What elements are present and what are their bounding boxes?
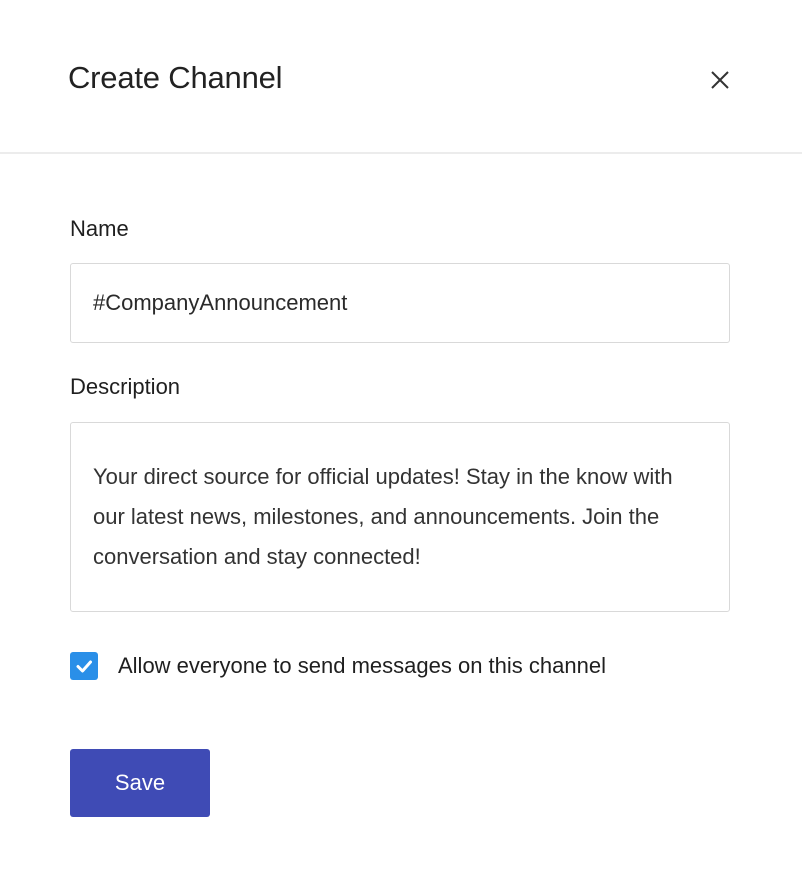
name-label: Name — [70, 216, 129, 242]
name-input[interactable]: #CompanyAnnouncement — [70, 263, 730, 343]
dialog-title: Create Channel — [68, 60, 282, 96]
close-button[interactable] — [706, 66, 734, 94]
close-icon — [706, 66, 734, 94]
checkmark-icon — [70, 652, 98, 680]
dialog-header: Create Channel — [0, 0, 802, 154]
description-textarea[interactable]: Your direct source for official updates!… — [70, 422, 730, 612]
description-label: Description — [70, 374, 180, 400]
save-button[interactable]: Save — [70, 749, 210, 817]
allow-everyone-label: Allow everyone to send messages on this … — [118, 652, 606, 680]
allow-everyone-checkbox[interactable] — [70, 652, 98, 680]
